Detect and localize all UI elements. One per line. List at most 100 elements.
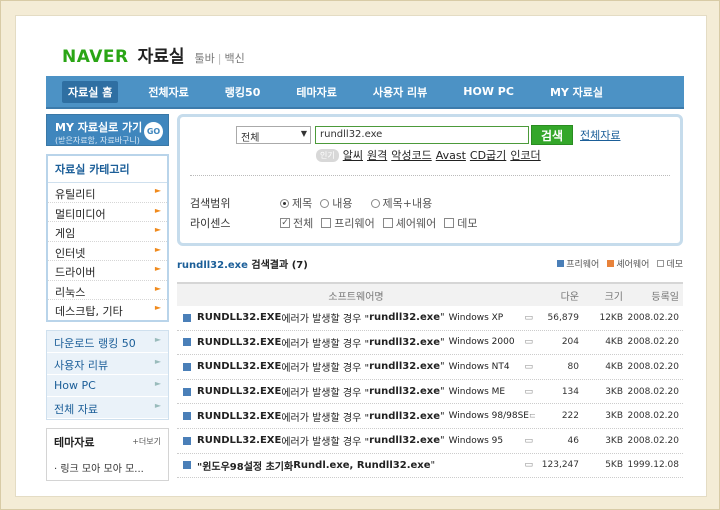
go-icon[interactable]: GO: [144, 122, 163, 141]
software-name[interactable]: RUNDLL32.EXE 에러가 발생할 경우 " rundll32.exe " Wi…: [177, 310, 535, 325]
table-row[interactable]: RUNDLL32.EXE 에러가 발생할 경우 " rundll32.exe " Wi…: [177, 355, 683, 380]
range-content-radio[interactable]: 내용: [320, 195, 353, 211]
popular-keywords: 인기 알씨 원격 악성코드 Avast CD굽기 인코더: [316, 147, 545, 163]
software-name[interactable]: RUNDLL32.EXE 에러가 발생할 경우 " rundll32.exe " Wi…: [177, 359, 535, 374]
table-row[interactable]: RUNDLL32.EXE 에러가 발생할 경우 " rundll32.exe " Wi…: [177, 429, 683, 454]
divider: [190, 175, 670, 176]
table-row[interactable]: RUNDLL32.EXE 에러가 발생할 경우 " rundll32.exe " Wi…: [177, 380, 683, 405]
nav-theme[interactable]: 테마자료: [290, 81, 342, 103]
popular-keyword[interactable]: CD굽기: [470, 147, 506, 163]
arrow-right-icon: ►: [154, 356, 161, 366]
search-input[interactable]: rundll32.exe: [315, 126, 529, 144]
page-frame: NAVER 자료실 툴바 | 백신 자료실 홈 전체자료 랭킹50 테마자료 사용자…: [0, 0, 720, 510]
download-count: 134: [561, 386, 579, 397]
page-title[interactable]: 자료실: [138, 42, 185, 67]
license-share-checkbox[interactable]: 셰어웨어: [382, 215, 436, 231]
toolbar-link[interactable]: 툴바: [195, 52, 215, 65]
freeware-icon: [183, 313, 191, 322]
my-archive-button[interactable]: MY 자료실로 가기 (받은자료함, 자료바구니) GO: [46, 114, 169, 146]
vaccine-link[interactable]: 백신: [224, 52, 244, 65]
license-demo-checkbox[interactable]: 데모: [444, 215, 477, 231]
popular-keyword[interactable]: 알씨: [343, 147, 363, 163]
popular-keyword[interactable]: Avast: [436, 149, 466, 162]
search-button[interactable]: 검색: [531, 125, 573, 145]
file-size: 3KB: [605, 435, 623, 446]
nav-all[interactable]: 전체자료: [142, 81, 194, 103]
category-box: 자료실 카테고리 유틸리티 ► 멀티미디어 ► 게임 ► 인터넷 ► 드라이버 ► 리눅스…: [46, 154, 169, 322]
arrow-right-icon: ►: [154, 378, 161, 388]
sidebar-link-ranking[interactable]: 다운로드 랭킹 50 ►: [47, 331, 168, 353]
nav-reviews[interactable]: 사용자 리뷰: [367, 81, 433, 103]
license-all-checkbox[interactable]: ✓ 전체: [280, 215, 313, 231]
theme-box: 테마자료 +더보기 · 링크 모아 모아 모...: [46, 427, 169, 481]
col-size[interactable]: 크기: [579, 288, 623, 303]
nav-ranking[interactable]: 랭킹50: [219, 81, 267, 103]
table-row[interactable]: RUNDLL32.EXE 에러가 발생할 경우 " rundll32.exe " Wi…: [177, 306, 683, 331]
range-both-radio[interactable]: 제목+내용: [370, 195, 432, 211]
col-name[interactable]: 소프트웨어명: [177, 288, 535, 303]
reg-date: 2008.02.20: [627, 435, 679, 446]
reg-date: 2008.02.20: [627, 312, 679, 323]
file-size: 4KB: [605, 361, 623, 372]
software-name[interactable]: RUNDLL32.EXE 에러가 발생할 경우 " rundll32.exe " Wi…: [177, 384, 535, 399]
download-count: 222: [561, 411, 579, 422]
pc-icon: ▭: [524, 386, 533, 397]
range-title-radio[interactable]: 제목: [280, 195, 312, 211]
popular-keyword[interactable]: 인코더: [510, 147, 540, 163]
download-count: 56,879: [547, 312, 580, 323]
search-box: 전체 ▼ rundll32.exe 검색 전체자료 인기 알씨 원격 악성코드 A…: [177, 114, 683, 246]
all-data-link[interactable]: 전체자료: [580, 127, 620, 143]
license-row: 라이센스 ✓ 전체 프리웨어 셰어웨어 데모: [190, 215, 485, 231]
search-scope-select[interactable]: 전체 ▼: [236, 126, 311, 144]
software-name[interactable]: RUNDLL32.EXE 에러가 발생할 경우 " rundll32.exe " Wi…: [177, 409, 535, 424]
category-item[interactable]: 멀티미디어 ►: [48, 203, 167, 222]
naver-logo[interactable]: NAVER: [62, 47, 129, 67]
category-item[interactable]: 리눅스 ►: [48, 281, 167, 300]
sidebar-link-howpc[interactable]: How PC ►: [47, 375, 168, 397]
freeware-icon: [183, 412, 191, 421]
col-downloads[interactable]: 다운: [535, 288, 579, 303]
arrow-right-icon: ►: [154, 244, 161, 254]
arrow-right-icon: ►: [154, 283, 161, 293]
table-row[interactable]: RUNDLL32.EXE 에러가 발생할 경우 " rundll32.exe " Wi…: [177, 331, 683, 356]
software-name[interactable]: RUNDLL32.EXE 에러가 발생할 경우 " rundll32.exe " Wi…: [177, 433, 535, 448]
file-size: 3KB: [605, 386, 623, 397]
sidebar-link-reviews[interactable]: 사용자 리뷰 ►: [47, 353, 168, 375]
results-title: rundll32.exe 검색결과 (7): [177, 259, 308, 271]
nav-my[interactable]: MY 자료실: [544, 81, 609, 103]
arrow-right-icon: ►: [154, 264, 161, 273]
license-free-checkbox[interactable]: 프리웨어: [321, 215, 375, 231]
theme-more-link[interactable]: +더보기: [132, 436, 161, 447]
theme-item[interactable]: · 링크 모아 모아 모...: [54, 460, 161, 475]
category-title: 자료실 카테고리: [48, 156, 167, 183]
popular-keyword[interactable]: 악성코드: [391, 147, 431, 163]
category-item[interactable]: 게임 ►: [48, 222, 167, 242]
popular-keyword[interactable]: 원격: [367, 147, 387, 163]
software-name[interactable]: RUNDLL32.EXE 에러가 발생할 경우 " rundll32.exe " Wi…: [177, 335, 535, 350]
category-item[interactable]: 인터넷 ►: [48, 242, 167, 261]
search-range-row: 검색범위 제목 내용 제목+내용: [190, 195, 440, 211]
table-row[interactable]: "윈도우98설정 초기화 Rundl.exe, Rundll32.exe " ▭ 12…: [177, 454, 683, 479]
category-item[interactable]: 드라이버 ►: [48, 261, 167, 281]
sidebar-link-all[interactable]: 전체 자료 ►: [47, 397, 168, 419]
category-item[interactable]: 유틸리티 ►: [48, 183, 167, 203]
col-date[interactable]: 등록일: [623, 288, 683, 303]
freeware-icon: [183, 461, 191, 470]
freeware-icon: [183, 387, 191, 396]
freeware-icon: [183, 436, 191, 445]
sidebar: MY 자료실로 가기 (받은자료함, 자료바구니) GO 자료실 카테고리 유틸…: [46, 114, 169, 481]
popular-tag: 인기: [316, 148, 339, 162]
nav-howpc[interactable]: HOW PC: [457, 82, 520, 101]
reg-date: 2008.02.20: [627, 411, 679, 422]
table-row[interactable]: RUNDLL32.EXE 에러가 발생할 경우 " rundll32.exe " Wi…: [177, 404, 683, 429]
download-count: 123,247: [541, 460, 579, 471]
my-archive-sub: (받은자료함, 자료바구니): [55, 136, 140, 145]
arrow-right-icon: ►: [154, 205, 161, 215]
arrow-right-icon: ►: [154, 225, 161, 234]
result-list: RUNDLL32.EXE 에러가 발생할 경우 " rundll32.exe " Wi…: [177, 306, 683, 479]
nav-home[interactable]: 자료실 홈: [62, 80, 119, 103]
software-name[interactable]: "윈도우98설정 초기화 Rundl.exe, Rundll32.exe " ▭: [177, 458, 535, 473]
category-item[interactable]: 데스크탑, 기타 ►: [48, 300, 167, 320]
chevron-down-icon: ▼: [300, 129, 307, 138]
freeware-icon: [183, 338, 191, 347]
